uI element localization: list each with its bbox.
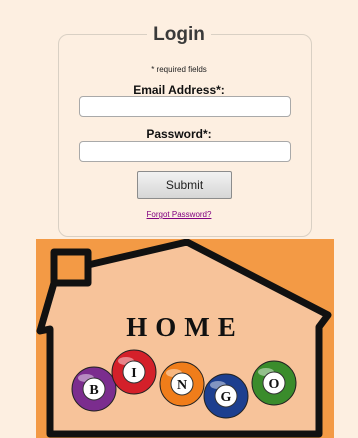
- email-field[interactable]: [79, 96, 291, 117]
- required-fields-note: * required fields: [151, 65, 207, 74]
- bingo-ball-letter: O: [269, 377, 280, 392]
- bingo-ball-o: O: [251, 360, 297, 406]
- home-bingo-logo: HOME B I N G O: [36, 239, 334, 438]
- bingo-ball-g: G: [203, 373, 249, 419]
- bingo-ball-letter: G: [221, 390, 232, 405]
- bingo-ball-n: N: [159, 361, 205, 407]
- bingo-ball-letter: N: [177, 378, 187, 393]
- password-label: Password*:: [146, 127, 212, 141]
- bingo-ball-i: I: [111, 349, 157, 395]
- bingo-ball-letter: B: [89, 383, 98, 398]
- forgot-password-link[interactable]: Forgot Password?: [0, 210, 358, 219]
- bingo-ball-letter: I: [131, 366, 136, 381]
- email-label: Email Address*:: [133, 83, 225, 97]
- home-word: HOME: [126, 312, 244, 342]
- login-title: Login: [0, 24, 358, 46]
- password-field[interactable]: [79, 141, 291, 162]
- submit-button[interactable]: Submit: [137, 171, 232, 199]
- login-title-text: Login: [147, 24, 211, 45]
- bingo-ball-b: B: [71, 366, 117, 412]
